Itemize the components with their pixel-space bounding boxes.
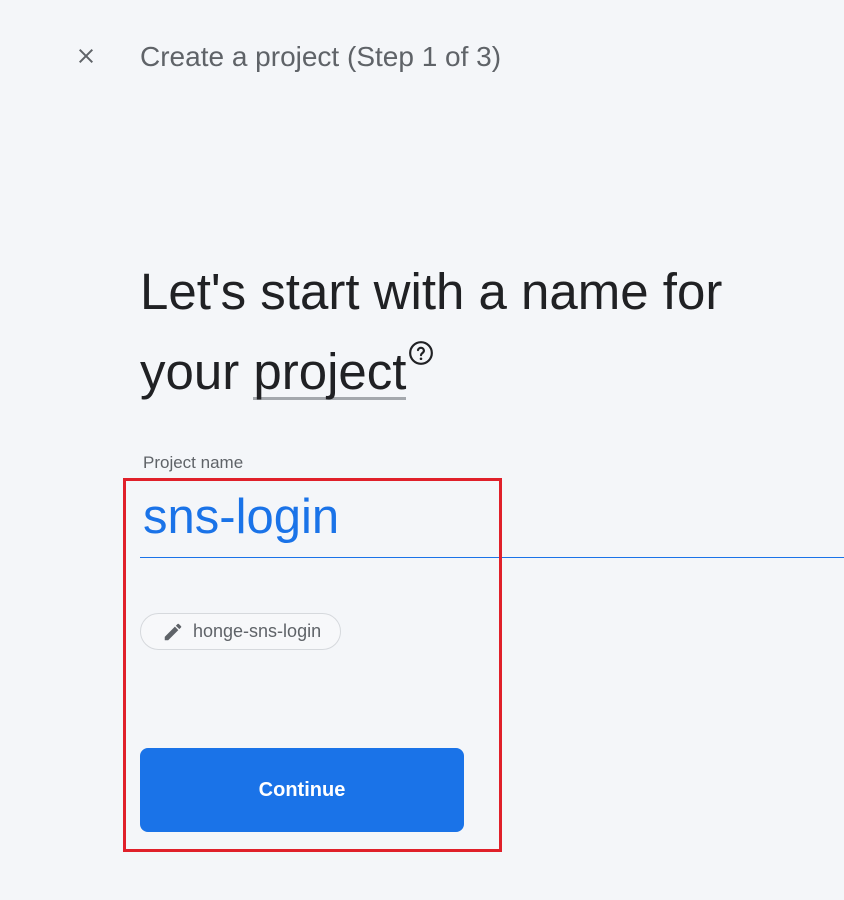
- page-title: Create a project (Step 1 of 3): [140, 41, 502, 72]
- project-name-input[interactable]: [143, 486, 833, 548]
- headline: Let's start with a name for your project: [140, 252, 830, 412]
- pencil-icon: [164, 623, 182, 640]
- close-button[interactable]: [68, 38, 104, 74]
- close-icon: [79, 49, 93, 63]
- project-name-label: Project name: [143, 453, 244, 472]
- project-name-underline: [140, 557, 844, 558]
- headline-line-1: Let's start with a name for: [140, 263, 723, 320]
- headline-prefix: your: [140, 343, 254, 400]
- headline-line-2: your project: [140, 332, 830, 412]
- project-term-link[interactable]: project: [253, 346, 407, 400]
- help-circle-icon[interactable]: [408, 340, 434, 366]
- project-id-chip[interactable]: honge-sns-login: [140, 613, 342, 650]
- project-id-text: honge-sns-login: [193, 621, 322, 641]
- continue-button[interactable]: Continue: [140, 748, 464, 832]
